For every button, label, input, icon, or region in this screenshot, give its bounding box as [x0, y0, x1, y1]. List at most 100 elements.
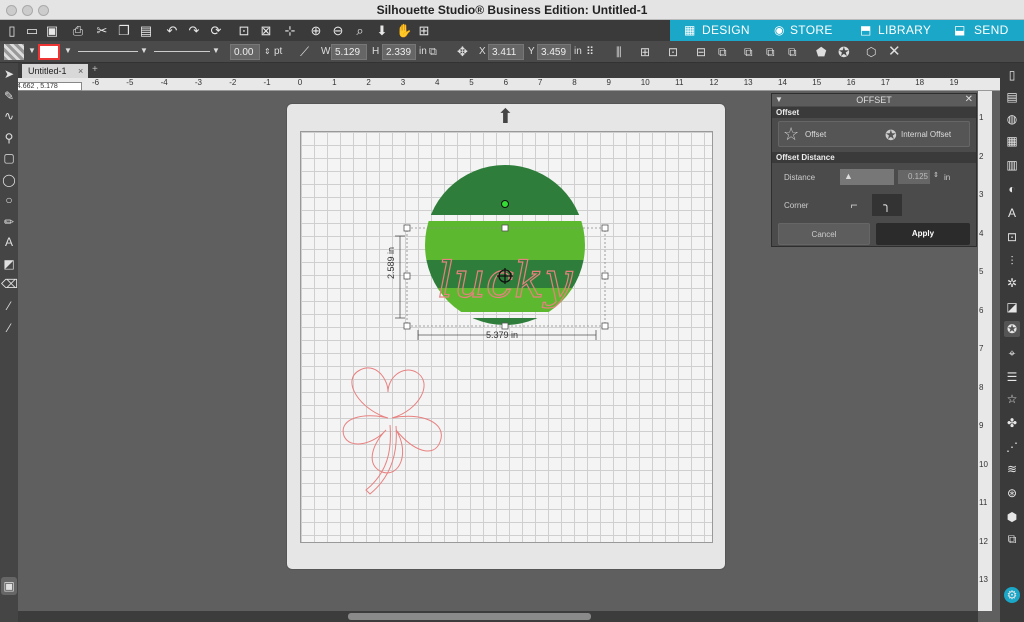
- redo-icon[interactable]: ↷: [186, 23, 202, 39]
- point-edit-icon[interactable]: ✎: [1, 87, 17, 105]
- modify-icon[interactable]: ◪: [1004, 299, 1020, 315]
- save-icon[interactable]: ▣: [44, 23, 60, 39]
- height-input[interactable]: 2.339: [382, 44, 416, 60]
- align-icon[interactable]: ⫶: [1004, 253, 1020, 269]
- nest-icon[interactable]: ⊛: [1004, 485, 1020, 501]
- library-folder-icon[interactable]: ▣: [1, 577, 17, 595]
- fit-to-page-icon[interactable]: ⊞: [416, 23, 432, 39]
- eyedropper-icon[interactable]: ⁄: [1, 297, 17, 315]
- chevron-down-icon[interactable]: ▼: [140, 46, 148, 55]
- book-icon[interactable]: ⧉: [1004, 531, 1020, 547]
- line-width-input[interactable]: 0.00: [230, 44, 260, 60]
- y-position-input[interactable]: 3.459: [537, 44, 571, 60]
- zoom-select-icon[interactable]: ⌕: [352, 23, 368, 39]
- document-icon[interactable]: ▤: [1004, 89, 1020, 105]
- align-icon[interactable]: ⫼: [616, 44, 622, 60]
- redraw-icon[interactable]: ⟳: [208, 23, 224, 39]
- minimize-window-button[interactable]: [22, 5, 33, 16]
- paste-icon[interactable]: ▤: [138, 23, 154, 39]
- internal-offset-button[interactable]: Internal Offset: [901, 124, 951, 146]
- edit-points-icon[interactable]: ⊹: [282, 23, 298, 39]
- distance-input[interactable]: 0.125: [898, 170, 930, 184]
- page-setup-icon[interactable]: ▯: [1004, 67, 1020, 83]
- close-window-button[interactable]: [6, 5, 17, 16]
- offset-star-icon[interactable]: ✪: [838, 44, 850, 60]
- corner-sharp-icon[interactable]: ⌐: [840, 194, 868, 216]
- deselect-icon[interactable]: ⊠: [258, 23, 274, 39]
- distance-slider[interactable]: ▲: [840, 169, 894, 185]
- chevron-down-icon[interactable]: ▼: [212, 46, 220, 55]
- apply-button[interactable]: Apply: [876, 223, 970, 245]
- contrast-icon[interactable]: ◐: [1004, 181, 1020, 197]
- tab-send[interactable]: ⬓ SEND: [942, 20, 1024, 41]
- text-style-icon[interactable]: A: [1004, 205, 1020, 221]
- chevron-down-icon[interactable]: ▼: [28, 46, 36, 55]
- cut-icon[interactable]: ✂: [94, 23, 110, 39]
- layers-icon[interactable]: ☰: [1004, 369, 1020, 385]
- select-arrow-icon[interactable]: ➤: [1, 65, 17, 83]
- group-icon[interactable]: ⊡: [668, 44, 678, 60]
- position-grid-icon[interactable]: ⠿: [586, 44, 594, 60]
- line-tool-icon[interactable]: ⟋: [300, 44, 309, 60]
- circle-icon[interactable]: ○: [1, 191, 17, 209]
- close-tab-icon[interactable]: ×: [78, 64, 83, 78]
- width-input[interactable]: 5.129: [331, 44, 367, 60]
- knife-icon[interactable]: ⚲: [1, 129, 17, 147]
- bring-forward-icon[interactable]: ⧉: [718, 44, 727, 60]
- offset-button[interactable]: Offset: [805, 124, 826, 146]
- palette-icon[interactable]: ◍: [1004, 111, 1020, 127]
- text-tool-icon[interactable]: A: [1, 233, 17, 251]
- zoom-out-icon[interactable]: ⊖: [330, 23, 346, 39]
- offset-panel-icon[interactable]: ✪: [1004, 321, 1020, 337]
- transform-icon[interactable]: ⊡: [1004, 229, 1020, 245]
- pencil-icon[interactable]: ✏: [1, 213, 17, 231]
- tab-library[interactable]: ⬒ LIBRARY: [846, 20, 942, 41]
- line-join-select[interactable]: [154, 51, 210, 52]
- sketch-icon[interactable]: ⋰: [1004, 439, 1020, 455]
- copy-icon[interactable]: ⧉: [788, 44, 797, 60]
- copy-icon[interactable]: ❐: [116, 23, 132, 39]
- close-panel-icon[interactable]: ✕: [965, 94, 973, 106]
- duplicate-icon[interactable]: ⧉: [766, 44, 775, 60]
- star-icon[interactable]: ☆: [1004, 391, 1020, 407]
- new-file-icon[interactable]: ▯: [4, 23, 20, 39]
- puzzle-icon[interactable]: ✤: [1004, 415, 1020, 431]
- rotate-handle[interactable]: [501, 200, 509, 208]
- scrollbar-thumb[interactable]: [348, 613, 591, 620]
- chevron-down-icon[interactable]: ▼: [64, 46, 72, 55]
- fill-icon[interactable]: ▥: [1004, 157, 1020, 173]
- document-tab[interactable]: Untitled-1 ×: [22, 64, 88, 78]
- fill-bucket-icon[interactable]: ◩: [1, 255, 17, 273]
- undo-icon[interactable]: ↶: [164, 23, 180, 39]
- send-backward-icon[interactable]: ⧉: [744, 44, 753, 60]
- hand-pan-icon[interactable]: ✋: [396, 23, 412, 39]
- select-all-icon[interactable]: ⊡: [236, 23, 252, 39]
- cancel-button[interactable]: Cancel: [778, 223, 870, 245]
- line-style-icon[interactable]: ▦: [1004, 133, 1020, 149]
- square-icon[interactable]: ▢: [1, 149, 17, 167]
- ungroup-icon[interactable]: ⊟: [696, 44, 706, 60]
- slider-thumb-icon[interactable]: ▲: [844, 171, 853, 181]
- zoom-window-button[interactable]: [38, 5, 49, 16]
- curve-icon[interactable]: ∿: [1, 107, 17, 125]
- replicate-icon[interactable]: ✲: [1004, 275, 1020, 291]
- fill-swatch[interactable]: [4, 44, 24, 60]
- add-tab-icon[interactable]: +: [92, 64, 98, 75]
- horizontal-scrollbar[interactable]: [18, 611, 978, 622]
- lock-aspect-icon[interactable]: ⧉: [429, 44, 437, 60]
- clover-shape[interactable]: [342, 367, 442, 495]
- line-style-select[interactable]: [78, 51, 138, 52]
- ellipse-icon[interactable]: ◯: [1, 171, 17, 189]
- tab-design[interactable]: ▦ DESIGN: [670, 20, 758, 41]
- eyedropper-2-icon[interactable]: ⁄: [1, 319, 17, 337]
- shape-icon[interactable]: ⬢: [1004, 509, 1020, 525]
- eraser-icon[interactable]: ⌫: [1, 275, 18, 293]
- print-icon[interactable]: ⎙: [70, 23, 86, 39]
- replicate-icon[interactable]: ⬡: [866, 44, 876, 60]
- corner-round-icon[interactable]: ╮: [872, 194, 902, 216]
- tab-store[interactable]: ◉ STORE: [758, 20, 846, 41]
- pattern-icon[interactable]: ≋: [1004, 461, 1020, 477]
- line-width-stepper[interactable]: ⇕: [264, 44, 271, 60]
- x-position-input[interactable]: 3.411: [488, 44, 524, 60]
- center-icon[interactable]: ⊞: [640, 44, 650, 60]
